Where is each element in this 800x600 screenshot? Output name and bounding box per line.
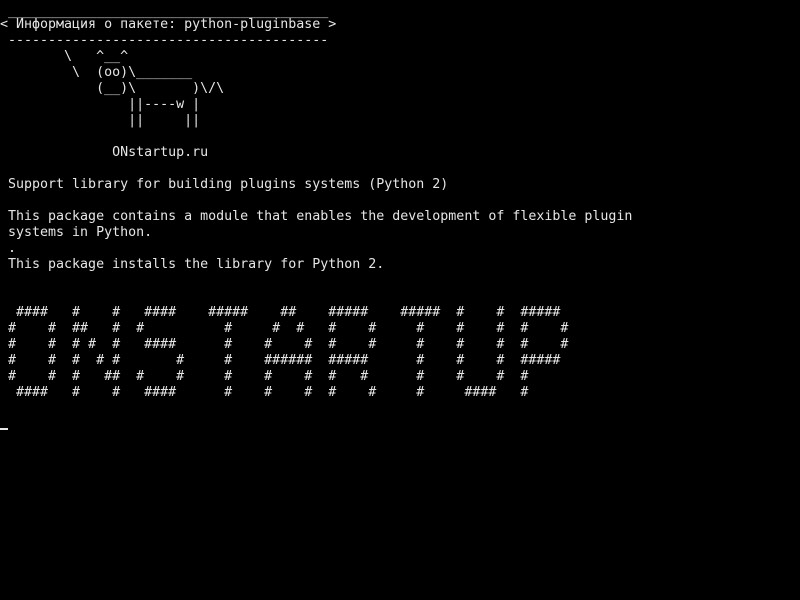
- banner-art-line-1: #### # # #### ##### ## ##### ##### # # #…: [0, 305, 561, 320]
- banner-art-line-3: # # # # # #### # # # # # # # # # #: [0, 337, 569, 352]
- cow-art-line-4: ||----w |: [0, 97, 201, 112]
- banner-art-line-4: # # # # # # # ###### ##### # # # #####: [0, 353, 561, 368]
- description-line-3: This package installs the library for Py…: [0, 257, 385, 272]
- description-line-2: systems in Python.: [0, 225, 153, 240]
- cowsay-bottom-border: ----------------------------------------: [0, 33, 329, 48]
- cow-art-line-3: (__)\ )\/\: [0, 81, 225, 96]
- site-name: ONstartup.ru: [0, 145, 209, 160]
- cow-art-line-1: \ ^__^: [0, 49, 129, 64]
- cowsay-title: < Информация о пакете: python-pluginbase…: [0, 17, 337, 32]
- description-line-1: This package contains a module that enab…: [0, 209, 633, 224]
- banner-art-line-5: # # # ## # # # # # # # # # # #: [0, 369, 529, 384]
- terminal-screen: ________________________________________…: [0, 0, 800, 600]
- banner-art-line-6: #### # # #### # # # # # # #### #: [0, 385, 529, 400]
- banner-art-line-2: # # ## # # # # # # # # # # # #: [0, 321, 569, 336]
- cow-art-line-5: || ||: [0, 113, 201, 128]
- package-summary: Support library for building plugins sys…: [0, 177, 449, 192]
- cow-art-line-2: \ (oo)\_______: [0, 65, 193, 80]
- description-dot: .: [0, 241, 17, 256]
- text-cursor: [0, 428, 8, 430]
